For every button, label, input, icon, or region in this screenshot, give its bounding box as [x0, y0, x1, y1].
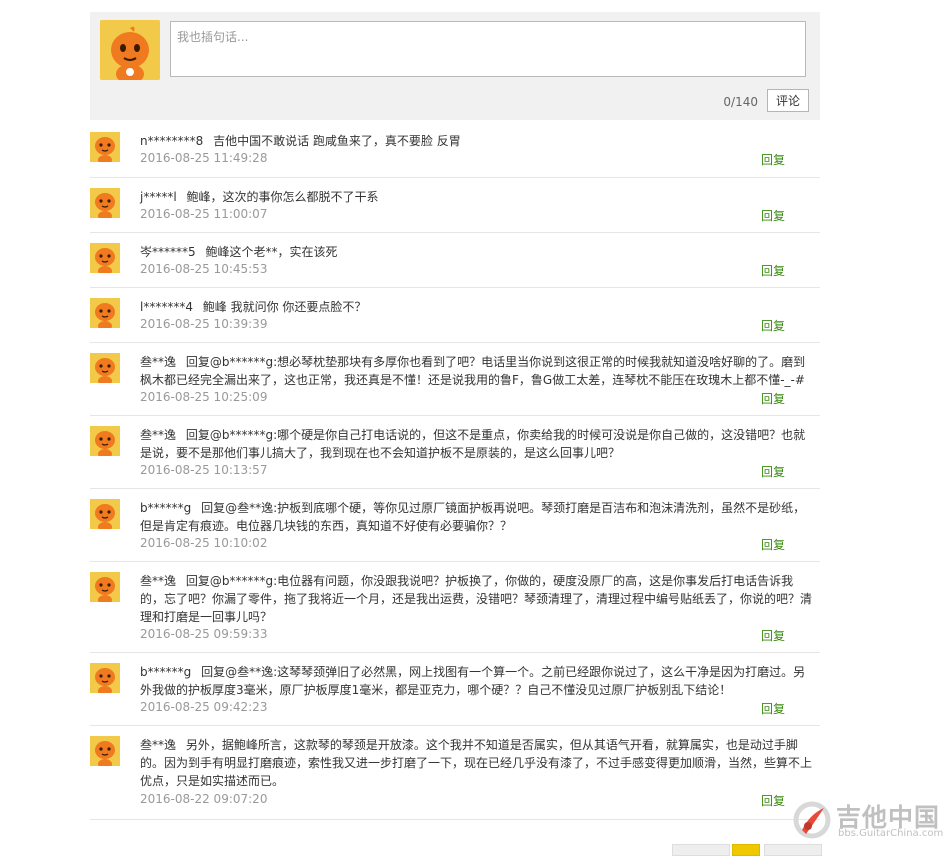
comment-item: 叁**逸 回复@b******g:哪个硬是你自己打电话说的，但这不是重点，你卖给…: [90, 416, 820, 489]
comment-text: b******g 回复@叁**逸:护板到底哪个硬，等你见过原厂镜面护板再说吧。琴…: [140, 499, 814, 535]
comment-text: n********8 吉他中国不敢说话 跑咸鱼来了，真不要脸 反胃: [140, 132, 814, 150]
comment-username[interactable]: b******g: [140, 665, 191, 679]
comment-username[interactable]: b******g: [140, 501, 191, 515]
comment-username[interactable]: n********8: [140, 134, 203, 148]
page-button-prev[interactable]: [672, 844, 730, 856]
comment-content: 鲍峰 我就问你 你还要点脸不？: [202, 300, 367, 314]
comment-username[interactable]: 叁**逸: [140, 355, 176, 369]
comment-composer: 0/140 评论: [90, 12, 820, 120]
reply-link[interactable]: 回复: [761, 463, 785, 480]
comment-username[interactable]: 叁**逸: [140, 574, 176, 588]
comment-list: n********8 吉他中国不敢说话 跑咸鱼来了，真不要脸 反胃 2016-0…: [90, 122, 820, 820]
commenter-avatar: [90, 298, 120, 328]
submit-comment-button[interactable]: 评论: [767, 89, 809, 112]
comment-content: 另外，据鲍峰所言，这款琴的琴颈是开放漆。这个我并不知道是否属实，但从其语气开看，…: [140, 738, 813, 788]
comment-text: b******g 回复@叁**逸:这琴琴颈弹旧了必然黑，网上找图有一个算一个。之…: [140, 663, 814, 699]
comment-timestamp: 2016-08-25 11:00:07: [140, 207, 268, 221]
comment-timestamp: 2016-08-25 09:59:33: [140, 627, 268, 641]
comment-content: 回复@b******g:哪个硬是你自己打电话说的，但这不是重点，你卖给我的时候可…: [140, 428, 806, 460]
comment-username[interactable]: 岑******5: [140, 245, 196, 259]
comment-text: 叁**逸 回复@b******g:电位器有问题，你没跟我说吧？护板换了，你做的，…: [140, 572, 814, 626]
commenter-avatar: [90, 426, 120, 456]
comment-text: j*****l 鲍峰，这次的事你怎么都脱不了干系: [140, 188, 814, 206]
comment-username[interactable]: j*****l: [140, 190, 177, 204]
reply-link[interactable]: 回复: [761, 207, 785, 224]
commenter-avatar: [90, 188, 120, 218]
comment-item: 叁**逸 另外，据鲍峰所言，这款琴的琴颈是开放漆。这个我并不知道是否属实，但从其…: [90, 726, 820, 820]
comment-timestamp: 2016-08-25 10:39:39: [140, 317, 268, 331]
mascot-icon: [90, 298, 120, 328]
reply-link[interactable]: 回复: [761, 262, 785, 279]
reply-link[interactable]: 回复: [761, 792, 785, 809]
commenter-avatar: [90, 132, 120, 162]
mascot-icon: [100, 20, 160, 80]
comment-timestamp: 2016-08-25 10:25:09: [140, 390, 268, 404]
comment-timestamp: 2016-08-22 09:07:20: [140, 792, 268, 806]
mascot-icon: [90, 426, 120, 456]
comment-content: 回复@叁**逸:护板到底哪个硬，等你见过原厂镜面护板再说吧。琴颈打磨是百洁布和泡…: [140, 501, 806, 533]
comment-text: 叁**逸 回复@b******g:哪个硬是你自己打电话说的，但这不是重点，你卖给…: [140, 426, 814, 462]
mascot-icon: [90, 572, 120, 602]
comment-text: l*******4 鲍峰 我就问你 你还要点脸不？: [140, 298, 814, 316]
comment-timestamp: 2016-08-25 10:10:02: [140, 536, 268, 550]
comment-text: 叁**逸 回复@b******g:想必琴枕垫那块有多厚你也看到了吧？电话里当你说…: [140, 353, 814, 389]
comment-timestamp: 2016-08-25 09:42:23: [140, 700, 268, 714]
comment-item: n********8 吉他中国不敢说话 跑咸鱼来了，真不要脸 反胃 2016-0…: [90, 122, 820, 178]
comment-text: 叁**逸 另外，据鲍峰所言，这款琴的琴颈是开放漆。这个我并不知道是否属实，但从其…: [140, 736, 814, 790]
page-button-current[interactable]: [732, 844, 760, 856]
comment-timestamp: 2016-08-25 10:13:57: [140, 463, 268, 477]
comment-item: 叁**逸 回复@b******g:想必琴枕垫那块有多厚你也看到了吧？电话里当你说…: [90, 343, 820, 416]
char-counter: 0/140: [723, 95, 758, 109]
page-button-next[interactable]: [764, 844, 822, 856]
mascot-icon: [90, 243, 120, 273]
reply-link[interactable]: 回复: [761, 151, 785, 168]
mascot-icon: [90, 132, 120, 162]
commenter-avatar: [90, 736, 120, 766]
comment-content: 鲍峰这个老**，实在该死: [205, 245, 338, 259]
logo-url: bbs.GuitarChina.com: [838, 828, 944, 839]
commenter-avatar: [90, 663, 120, 693]
commenter-avatar: [90, 243, 120, 273]
reply-link[interactable]: 回复: [761, 390, 785, 407]
comment-item: b******g 回复@叁**逸:这琴琴颈弹旧了必然黑，网上找图有一个算一个。之…: [90, 653, 820, 726]
mascot-icon: [90, 663, 120, 693]
reply-link[interactable]: 回复: [761, 536, 785, 553]
commenter-avatar: [90, 353, 120, 383]
comment-input[interactable]: [170, 21, 806, 77]
site-watermark-logo: 吉他中国 bbs.GuitarChina.com: [792, 798, 944, 844]
comment-item: 叁**逸 回复@b******g:电位器有问题，你没跟我说吧？护板换了，你做的，…: [90, 562, 820, 653]
comment-timestamp: 2016-08-25 11:49:28: [140, 151, 268, 165]
commenter-avatar: [90, 572, 120, 602]
mascot-icon: [90, 736, 120, 766]
comment-content: 回复@b******g:想必琴枕垫那块有多厚你也看到了吧？电话里当你说到这很正常…: [140, 355, 806, 387]
comment-item: l*******4 鲍峰 我就问你 你还要点脸不？ 2016-08-25 10:…: [90, 288, 820, 343]
reply-link[interactable]: 回复: [761, 317, 785, 334]
guitar-logo-icon: [793, 801, 831, 839]
comment-username[interactable]: 叁**逸: [140, 428, 176, 442]
comment-content: 回复@b******g:电位器有问题，你没跟我说吧？护板换了，你做的，硬度没原厂…: [140, 574, 813, 624]
reply-link[interactable]: 回复: [761, 627, 785, 644]
mascot-icon: [90, 353, 120, 383]
reply-link[interactable]: 回复: [761, 700, 785, 717]
comment-text: 岑******5 鲍峰这个老**，实在该死: [140, 243, 814, 261]
user-avatar: [100, 20, 160, 80]
comment-timestamp: 2016-08-25 10:45:53: [140, 262, 268, 276]
mascot-icon: [90, 499, 120, 529]
comment-content: 回复@叁**逸:这琴琴颈弹旧了必然黑，网上找图有一个算一个。之前已经跟你说过了，…: [140, 665, 806, 697]
comment-username[interactable]: l*******4: [140, 300, 193, 314]
comment-item: b******g 回复@叁**逸:护板到底哪个硬，等你见过原厂镜面护板再说吧。琴…: [90, 489, 820, 562]
comment-content: 鲍峰，这次的事你怎么都脱不了干系: [186, 190, 379, 204]
comment-item: 岑******5 鲍峰这个老**，实在该死 2016-08-25 10:45:5…: [90, 233, 820, 288]
comment-item: j*****l 鲍峰，这次的事你怎么都脱不了干系 2016-08-25 11:0…: [90, 178, 820, 233]
comment-username[interactable]: 叁**逸: [140, 738, 176, 752]
commenter-avatar: [90, 499, 120, 529]
mascot-icon: [90, 188, 120, 218]
comment-content: 吉他中国不敢说话 跑咸鱼来了，真不要脸 反胃: [213, 134, 461, 148]
